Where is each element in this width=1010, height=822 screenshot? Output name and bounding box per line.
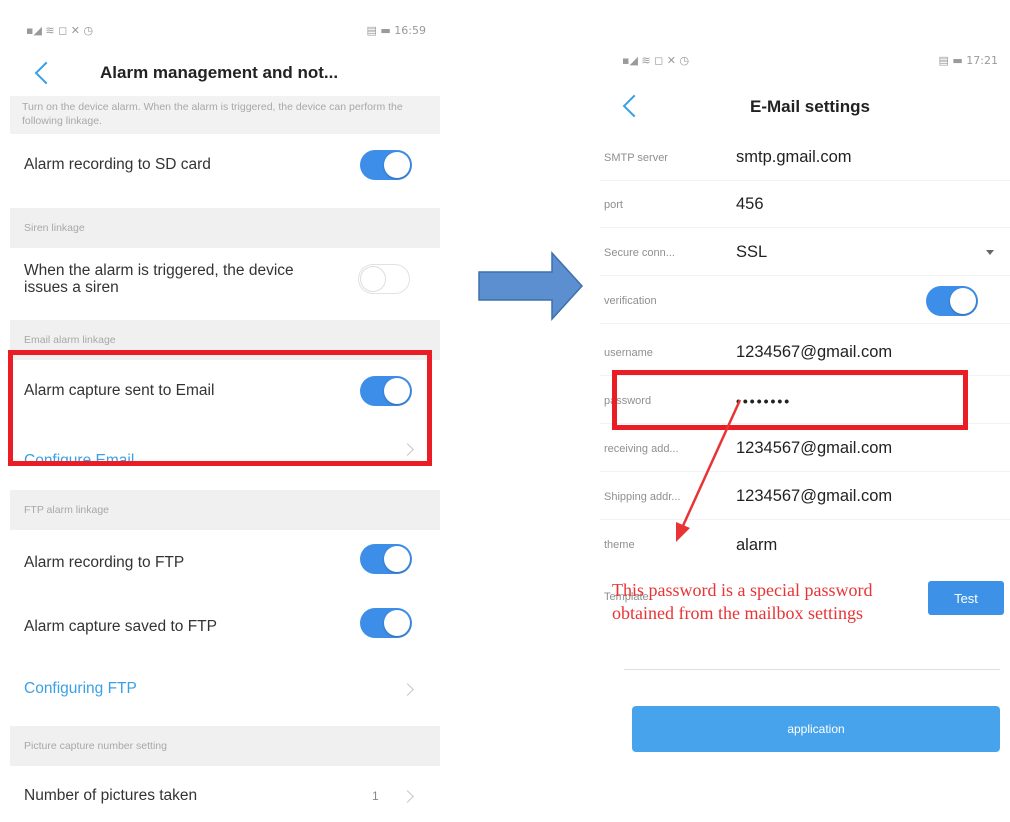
status-icons: ▪◢ ≋ ◻ ✕ ◷ bbox=[26, 23, 94, 37]
shipping-address-label: Shipping addr... bbox=[604, 490, 681, 503]
shipping-address-input[interactable]: 1234567@gmail.com bbox=[736, 487, 892, 506]
verification-row: verification bbox=[600, 278, 1010, 324]
ftp-capture-label: Alarm capture saved to FTP bbox=[24, 618, 217, 636]
picture-section-header: Picture capture number setting bbox=[10, 726, 440, 766]
status-time: 17:21 bbox=[966, 53, 998, 67]
annotation-note: This password is a special password obta… bbox=[612, 579, 872, 625]
alarm-recording-sd-row: Alarm recording to SD card bbox=[10, 136, 440, 194]
receiving-address-label: receiving add... bbox=[604, 442, 679, 455]
back-arrow-icon[interactable] bbox=[34, 61, 58, 85]
status-right: ▤ ▬ 17:21 bbox=[938, 53, 998, 67]
status-icons: ▪◢ ≋ ◻ ✕ ◷ bbox=[622, 53, 690, 67]
secure-connection-select[interactable]: SSL bbox=[736, 243, 767, 262]
theme-label: theme bbox=[604, 539, 635, 551]
secure-connection-label: Secure conn... bbox=[604, 246, 675, 259]
nav-bar: E-Mail settings bbox=[600, 83, 1010, 129]
status-right: ▤ ▬ 16:59 bbox=[366, 23, 426, 37]
theme-row[interactable]: theme alarm bbox=[600, 522, 1010, 568]
highlight-box-password bbox=[612, 370, 968, 430]
shipping-address-row[interactable]: Shipping addr... 1234567@gmail.com bbox=[600, 474, 1010, 520]
verification-toggle[interactable] bbox=[926, 286, 978, 316]
smtp-server-input[interactable]: smtp.gmail.com bbox=[736, 148, 852, 167]
back-arrow-icon[interactable] bbox=[622, 94, 646, 118]
alarm-recording-sd-label: Alarm recording to SD card bbox=[24, 156, 211, 174]
ftp-recording-toggle[interactable] bbox=[360, 544, 412, 574]
application-button[interactable]: application bbox=[632, 706, 1000, 752]
nav-bar: Alarm management and not... bbox=[10, 50, 440, 96]
toggle-knob bbox=[384, 546, 410, 572]
pictures-taken-value: 1 bbox=[372, 789, 379, 803]
pictures-taken-label: Number of pictures taken bbox=[24, 787, 198, 805]
ftp-capture-toggle[interactable] bbox=[360, 608, 412, 638]
annotation-line-2: obtained from the mailbox settings bbox=[612, 603, 863, 624]
chevron-right-icon bbox=[401, 682, 414, 696]
page-title: E-Mail settings bbox=[750, 97, 870, 116]
siren-toggle[interactable] bbox=[358, 264, 410, 294]
divider bbox=[624, 669, 1000, 670]
smtp-server-row[interactable]: SMTP server smtp.gmail.com bbox=[600, 135, 1010, 181]
port-row[interactable]: port 456 bbox=[600, 182, 1010, 228]
description-text: Turn on the device alarm. When the alarm… bbox=[10, 96, 440, 134]
receiving-address-row[interactable]: receiving add... 1234567@gmail.com bbox=[600, 426, 1010, 472]
port-label: port bbox=[604, 198, 623, 211]
annotation-line-1: This password is a special password bbox=[612, 580, 873, 600]
port-input[interactable]: 456 bbox=[736, 195, 764, 214]
secure-connection-row[interactable]: Secure conn... SSL bbox=[600, 230, 1010, 276]
toggle-knob bbox=[384, 610, 410, 636]
smtp-server-label: SMTP server bbox=[604, 151, 668, 164]
ftp-recording-label: Alarm recording to FTP bbox=[24, 554, 185, 572]
ftp-recording-row: Alarm recording to FTP bbox=[10, 532, 440, 594]
test-button[interactable]: Test bbox=[928, 581, 1004, 615]
toggle-knob bbox=[950, 288, 976, 314]
receiving-address-input[interactable]: 1234567@gmail.com bbox=[736, 439, 892, 458]
arrow-right-icon bbox=[478, 251, 584, 321]
verification-label: verification bbox=[604, 294, 657, 307]
theme-input[interactable]: alarm bbox=[736, 536, 777, 555]
configuring-ftp-row[interactable]: Configuring FTP bbox=[10, 660, 440, 718]
toggle-knob bbox=[384, 152, 410, 178]
ftp-section-header: FTP alarm linkage bbox=[10, 490, 440, 530]
username-input[interactable]: 1234567@gmail.com bbox=[736, 343, 892, 362]
status-time: 16:59 bbox=[394, 23, 426, 37]
configuring-ftp-link[interactable]: Configuring FTP bbox=[24, 680, 137, 698]
page-title: Alarm management and not... bbox=[100, 63, 339, 82]
chevron-right-icon bbox=[401, 789, 414, 803]
siren-label: When the alarm is triggered, the device … bbox=[24, 261, 294, 296]
status-bar: ▪◢ ≋ ◻ ✕ ◷ ▤ ▬ 17:21 bbox=[600, 40, 1010, 80]
ftp-capture-row: Alarm capture saved to FTP bbox=[10, 596, 440, 658]
username-label: username bbox=[604, 346, 653, 359]
alarm-recording-sd-toggle[interactable] bbox=[360, 150, 412, 180]
status-bar: ▪◢ ≋ ◻ ✕ ◷ ▤ ▬ 16:59 bbox=[10, 10, 440, 50]
siren-section-header: Siren linkage bbox=[10, 208, 440, 248]
siren-row: When the alarm is triggered, the device … bbox=[10, 248, 440, 310]
pictures-taken-row[interactable]: Number of pictures taken 1 bbox=[10, 770, 440, 822]
highlight-box-email-capture bbox=[8, 350, 432, 466]
toggle-knob bbox=[360, 265, 386, 292]
dropdown-caret-icon bbox=[986, 250, 994, 255]
